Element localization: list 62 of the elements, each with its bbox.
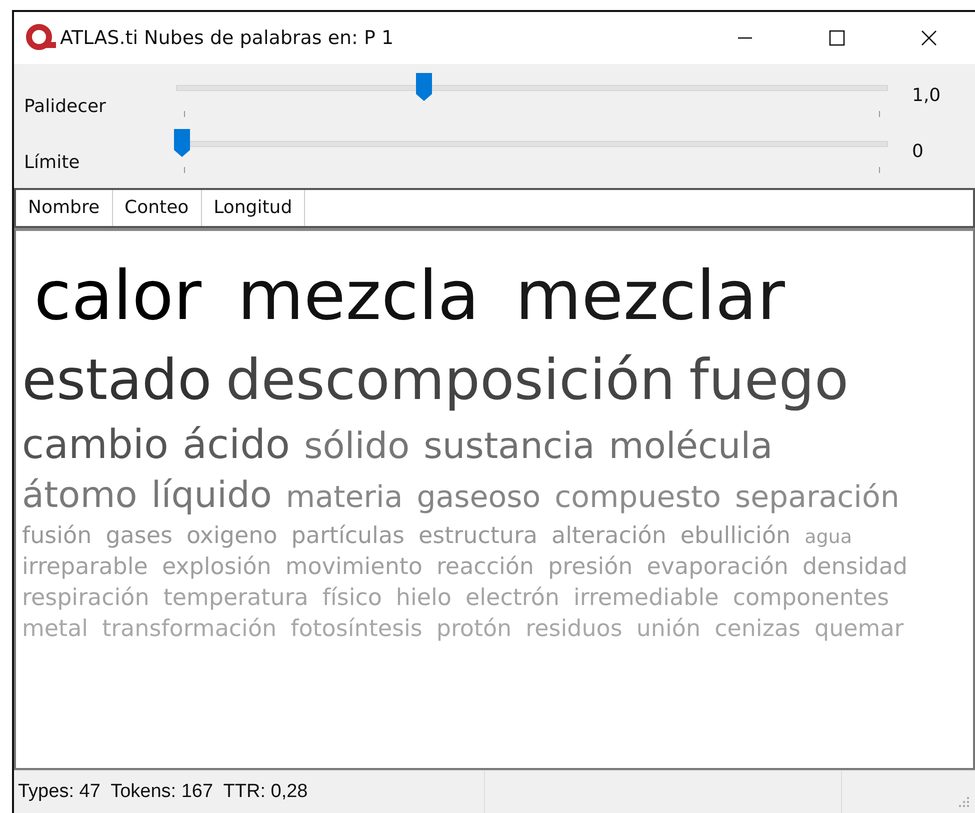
cloud-word: unión bbox=[636, 615, 701, 644]
cloud-word: fusión bbox=[22, 522, 92, 551]
cloud-word: mezclar bbox=[515, 256, 785, 338]
resize-grip-icon[interactable] bbox=[959, 797, 969, 807]
slider-thumb[interactable] bbox=[174, 129, 190, 157]
cloud-word: gaseoso bbox=[416, 479, 541, 518]
cloud-word: materia bbox=[286, 479, 403, 518]
cloud-word: protón bbox=[436, 615, 512, 644]
cloud-word: compuesto bbox=[554, 479, 721, 518]
cloud-word: movimiento bbox=[285, 553, 422, 582]
cloud-word: descomposición bbox=[226, 346, 676, 415]
close-icon[interactable] bbox=[919, 28, 939, 48]
cloud-word: mezcla bbox=[238, 256, 480, 338]
cloud-word: electrón bbox=[466, 584, 560, 614]
cloud-word: transformación bbox=[102, 615, 277, 644]
column-header[interactable]: Conteo bbox=[112, 190, 202, 226]
cloud-word: densidad bbox=[802, 553, 908, 582]
slider-thumb[interactable] bbox=[416, 73, 432, 101]
cloud-word: separación bbox=[734, 479, 900, 518]
slider-label: Palidecer bbox=[23, 96, 107, 116]
cloud-word: componentes bbox=[732, 584, 890, 614]
cloud-word: estado bbox=[22, 346, 212, 415]
cloud-word: físico bbox=[322, 584, 382, 614]
status-text: Types: 47 Tokens: 167 TTR: 0,28 bbox=[17, 781, 309, 803]
cloud-word: fuego bbox=[689, 346, 849, 415]
cloud-word: cambio bbox=[22, 421, 168, 470]
cloud-word: hielo bbox=[396, 584, 452, 614]
column-header[interactable]: Nombre bbox=[16, 190, 113, 226]
cloud-word: molécula bbox=[608, 425, 773, 470]
maximize-icon[interactable] bbox=[827, 28, 847, 48]
slider-label: Límite bbox=[23, 152, 81, 172]
cloud-word: líquido bbox=[151, 474, 272, 518]
cloud-word: oxigeno bbox=[186, 522, 278, 551]
cloud-word: irreparable bbox=[22, 553, 148, 582]
app-logo-icon bbox=[26, 24, 58, 52]
cloud-word: estructura bbox=[418, 522, 538, 551]
cloud-word: gases bbox=[106, 522, 173, 551]
cloud-word: calor bbox=[34, 256, 202, 338]
cloud-word: partículas bbox=[291, 522, 405, 551]
cloud-word: ácido bbox=[182, 421, 290, 470]
cloud-word: metal bbox=[22, 615, 88, 644]
cloud-word: residuos bbox=[526, 615, 622, 644]
cloud-word: irremediable bbox=[573, 584, 719, 614]
cloud-word: temperatura bbox=[163, 584, 308, 614]
cloud-word: respiración bbox=[22, 584, 150, 614]
cloud-word: átomo bbox=[22, 474, 138, 518]
cloud-word: sustancia bbox=[424, 425, 595, 470]
cloud-word: alteración bbox=[552, 522, 666, 551]
window-title: ATLAS.ti Nubes de palabras en: P 1 bbox=[60, 27, 394, 49]
cloud-word: evaporación bbox=[646, 553, 789, 582]
slider-value: 1,0 bbox=[912, 84, 941, 106]
slider-value: 0 bbox=[912, 140, 924, 162]
cloud-word: cenizas bbox=[714, 615, 800, 644]
cloud-word: agua bbox=[804, 524, 852, 550]
cloud-word: sólido bbox=[304, 425, 410, 470]
cloud-word: reacción bbox=[436, 553, 534, 582]
cloud-word: explosión bbox=[162, 553, 272, 582]
column-header[interactable]: Longitud bbox=[202, 190, 306, 226]
cloud-word: quemar bbox=[814, 615, 904, 644]
cloud-word: ebullición bbox=[680, 522, 791, 551]
cloud-word: presión bbox=[548, 553, 633, 582]
cloud-word: fotosíntesis bbox=[290, 615, 422, 644]
